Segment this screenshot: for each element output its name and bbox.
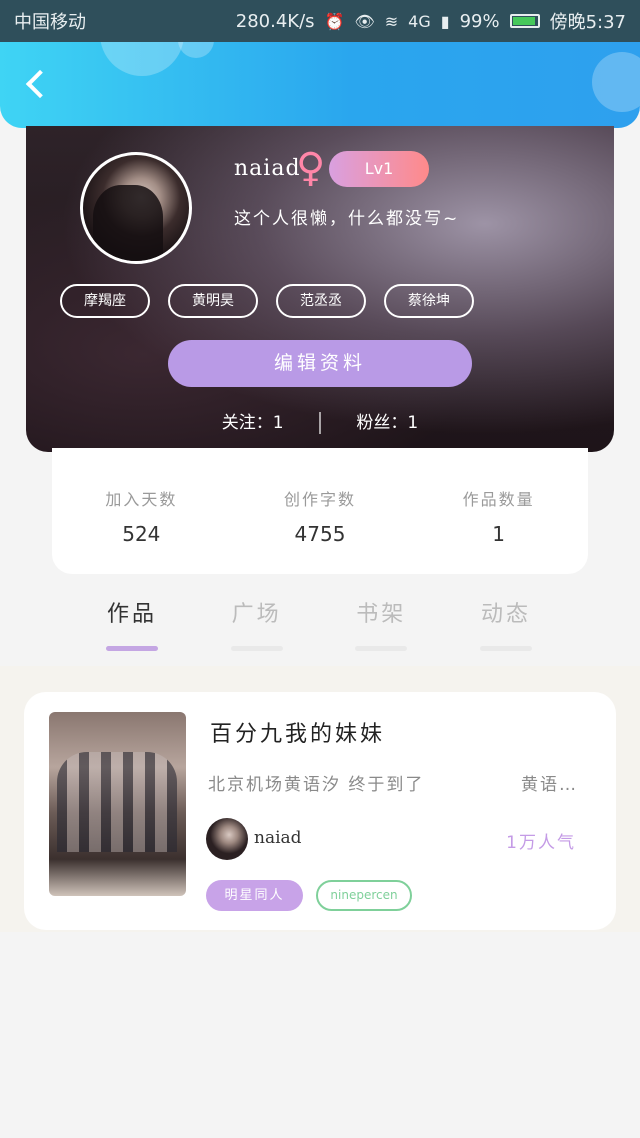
stat-join-days: 加入天数 524 — [71, 486, 211, 546]
work-description-more: 黄语… — [513, 770, 578, 795]
author-name[interactable]: naiad — [254, 828, 302, 848]
tab-label: 广场 — [231, 602, 282, 627]
stats-card: 加入天数 524 创作字数 4755 作品数量 1 — [52, 448, 588, 574]
tab-bookshelf[interactable]: 书架 — [353, 596, 409, 652]
username: naiad — [234, 156, 301, 181]
wifi-icon: ≋ — [384, 11, 399, 31]
tab-indicator — [106, 646, 158, 651]
clock: 傍晚5:37 — [549, 12, 626, 33]
stat-label: 作品数量 — [462, 490, 535, 509]
eye-icon: 👁 — [354, 11, 375, 31]
tab-label: 书架 — [356, 602, 407, 627]
content-tabs: 作品 广场 书架 动态 — [104, 596, 534, 652]
back-arrow-icon[interactable] — [22, 66, 52, 102]
top-header — [0, 42, 640, 128]
interest-tag[interactable]: 摩羯座 — [60, 284, 150, 318]
tab-label: 作品 — [106, 602, 157, 627]
work-description: 北京机场黄语汐 终于到了 黄语… — [208, 770, 578, 795]
interest-tag[interactable]: 蔡徐坤 — [384, 284, 474, 318]
interest-tag[interactable]: 范丞丞 — [276, 284, 366, 318]
follow-stats: 关注：1 粉丝：1 — [26, 408, 614, 434]
interest-tag[interactable]: 黄明昊 — [168, 284, 258, 318]
work-cover-image[interactable] — [49, 712, 186, 896]
avatar[interactable] — [80, 152, 192, 264]
tab-indicator — [230, 646, 283, 651]
tab-indicator — [479, 646, 532, 651]
battery-percent: 99% — [459, 10, 500, 32]
carrier-label: 中国移动 — [14, 12, 86, 33]
alarm-icon: ⏰ — [324, 11, 345, 31]
work-title[interactable]: 百分九我的妹妹 — [210, 716, 385, 748]
author-avatar[interactable] — [206, 818, 248, 860]
tab-label: 动态 — [480, 602, 531, 627]
profile-card: naiad ♀ Lv1 这个人很懒，什么都没写~ 摩羯座 黄明昊 范丞丞 蔡徐坤… — [26, 126, 614, 452]
stat-label: 加入天数 — [105, 490, 178, 509]
level-badge: Lv1 — [329, 151, 429, 187]
divider — [319, 412, 321, 434]
battery-icon — [509, 14, 540, 28]
stat-word-count: 创作字数 4755 — [250, 486, 390, 546]
tab-works[interactable]: 作品 — [104, 596, 160, 652]
network-speed: 280.4K/s — [235, 10, 315, 32]
interest-tags: 摩羯座 黄明昊 范丞丞 蔡徐坤 — [60, 284, 474, 318]
following-count[interactable]: 关注：1 — [222, 413, 284, 433]
popularity-count: 1万人气 — [506, 833, 576, 853]
work-card[interactable]: 百分九我的妹妹 北京机场黄语汐 终于到了 黄语… naiad 1万人气 明星同人… — [24, 692, 616, 930]
topic-tag[interactable]: ninepercen — [316, 880, 412, 911]
tab-activity[interactable]: 动态 — [478, 596, 534, 652]
stat-value: 4755 — [294, 522, 346, 546]
stat-work-count: 作品数量 1 — [429, 486, 569, 546]
bio-text: 这个人很懒，什么都没写~ — [234, 209, 460, 229]
tab-indicator — [355, 646, 408, 651]
stat-label: 创作字数 — [283, 490, 356, 509]
category-tag[interactable]: 明星同人 — [206, 880, 303, 911]
stat-value: 1 — [492, 522, 505, 546]
signal-icon: ▮ — [440, 11, 450, 31]
tab-square[interactable]: 广场 — [229, 596, 285, 652]
network-type: 4G — [408, 11, 431, 31]
status-bar: 中国移动 280.4K/s ⏰ 👁 ≋ 4G ▮ 99% 傍晚5:37 — [0, 0, 640, 42]
work-description-text: 北京机场黄语汐 终于到了 — [208, 775, 425, 795]
edit-profile-button[interactable]: 编辑资料 — [168, 340, 472, 387]
followers-count[interactable]: 粉丝：1 — [356, 413, 418, 433]
female-gender-icon: ♀ — [296, 145, 326, 191]
stat-value: 524 — [122, 522, 161, 546]
